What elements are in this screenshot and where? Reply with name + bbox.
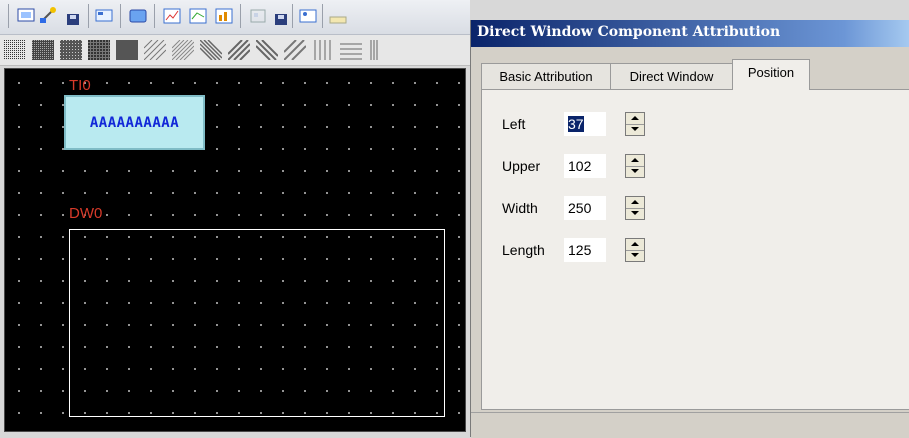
left-label: Left: [502, 116, 526, 132]
toolbar-separator: [240, 4, 241, 28]
pattern-slash-icon[interactable]: [284, 40, 306, 60]
upper-label: Upper: [502, 158, 541, 174]
arrow-up-icon: [631, 158, 639, 162]
spin-down-button[interactable]: [626, 250, 644, 261]
arrow-up-icon: [631, 242, 639, 246]
length-input[interactable]: 125: [564, 238, 606, 262]
dialog-title-bar[interactable]: Direct Window Component Attribution: [471, 20, 909, 47]
pattern-backslash-thick-icon[interactable]: [256, 40, 278, 60]
direct-window-component[interactable]: [69, 229, 445, 417]
attribution-dialog: Direct Window Component Attribution Basi…: [470, 20, 909, 438]
length-spinner[interactable]: [625, 238, 645, 262]
window-icon[interactable]: [128, 6, 148, 26]
toolbar-separator: [322, 4, 323, 28]
left-value: 37: [568, 116, 584, 132]
dialog-title: Direct Window Component Attribution: [477, 24, 781, 40]
arrow-up-icon: [631, 116, 639, 120]
arrow-down-icon: [631, 211, 639, 215]
pattern-toolbar: [0, 35, 470, 66]
text-input-component[interactable]: AAAAAAAAAA: [64, 95, 205, 150]
text-input-content: AAAAAAAAAA: [89, 114, 180, 131]
pattern-diagonal-icon[interactable]: [172, 40, 194, 60]
position-panel: Left 37 Upper 102 Width 250 Length 125: [481, 89, 909, 410]
width-spinner[interactable]: [625, 196, 645, 220]
spin-down-button[interactable]: [626, 166, 644, 177]
tab-position[interactable]: Position: [732, 59, 810, 90]
direct-window-label: DW0: [69, 205, 103, 222]
pattern-diagonal-thin-icon[interactable]: [144, 40, 166, 60]
arrow-down-icon: [631, 169, 639, 173]
pattern-dense-icon[interactable]: [32, 40, 54, 60]
pattern-fine-dots-icon[interactable]: [4, 40, 26, 60]
length-label: Length: [502, 242, 545, 258]
upper-input[interactable]: 102: [564, 154, 606, 178]
pattern-vertical-icon[interactable]: [312, 40, 334, 60]
left-input[interactable]: 37: [564, 112, 606, 136]
ruler-icon[interactable]: [328, 6, 348, 26]
save-icon[interactable]: [64, 6, 84, 26]
pattern-solid-icon[interactable]: [116, 40, 138, 60]
toolbar-separator: [88, 4, 89, 28]
arrow-down-icon: [631, 127, 639, 131]
tab-basic-attribution[interactable]: Basic Attribution: [481, 63, 611, 89]
pattern-diagonal-thick-icon[interactable]: [228, 40, 250, 60]
toolbar-separator: [120, 4, 121, 28]
pattern-grid-dark-icon[interactable]: [60, 40, 82, 60]
width-input[interactable]: 250: [564, 196, 606, 220]
pattern-horizontal-icon[interactable]: [340, 40, 362, 60]
arrow-down-icon: [631, 253, 639, 257]
arrow-up-icon: [631, 200, 639, 204]
main-toolbar: [0, 0, 470, 35]
wand-icon[interactable]: [38, 6, 58, 26]
pattern-vertical-dense-icon[interactable]: [368, 40, 390, 60]
screen-icon[interactable]: [94, 6, 114, 26]
pattern-backslash-icon[interactable]: [200, 40, 222, 60]
design-canvas[interactable]: TI0 AAAAAAAAAA DW0: [4, 68, 466, 432]
spin-down-button[interactable]: [626, 124, 644, 135]
bar-chart-icon[interactable]: [214, 6, 234, 26]
tab-direct-window[interactable]: Direct Window: [610, 63, 733, 89]
monitor-icon[interactable]: [16, 6, 36, 26]
toolbar-separator: [8, 4, 9, 28]
pattern-grid-medium-icon[interactable]: [88, 40, 110, 60]
width-label: Width: [502, 200, 538, 216]
toolbar-separator: [292, 4, 293, 28]
left-spinner[interactable]: [625, 112, 645, 136]
upper-spinner[interactable]: [625, 154, 645, 178]
toolbar-separator: [154, 4, 155, 28]
trend-chart-icon[interactable]: [162, 6, 182, 26]
image-icon[interactable]: [298, 6, 318, 26]
text-input-label: TI0: [69, 77, 91, 94]
xy-chart-icon[interactable]: [188, 6, 208, 26]
dialog-button-bar: [471, 412, 909, 438]
save-icon[interactable]: [272, 6, 292, 26]
frame-icon[interactable]: [248, 6, 268, 26]
spin-down-button[interactable]: [626, 208, 644, 219]
